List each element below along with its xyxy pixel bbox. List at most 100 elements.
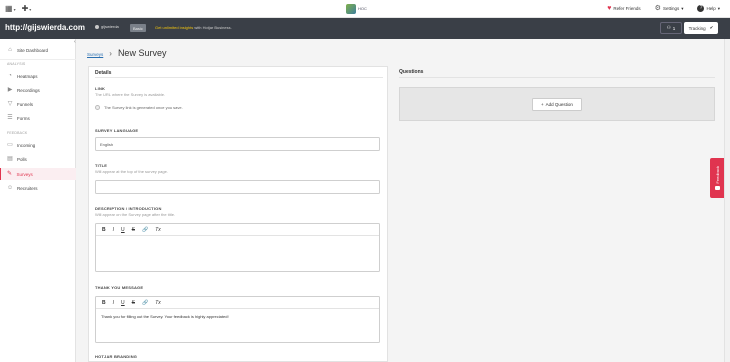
upgrade-message[interactable]: Get unlimited insights with Hotjar Busin… — [155, 25, 232, 30]
funnel-icon: ▽ — [7, 101, 13, 107]
radio-icon — [95, 105, 100, 110]
team-count: 1 — [672, 25, 676, 31]
sidebar-item-recruiters[interactable]: ☺ Recruiters — [0, 182, 76, 194]
thank-you-editor[interactable]: B I U S 🔗 Tx Thank you for filling out t… — [95, 296, 380, 343]
link-icon[interactable]: 🔗 — [142, 227, 148, 233]
clear-format-button[interactable]: Tx — [155, 227, 161, 233]
bold-button[interactable]: B — [102, 227, 106, 233]
scrollbar[interactable] — [724, 39, 730, 362]
tracking-button[interactable]: Tracking ✔ — [684, 22, 718, 34]
logo-text: HOC — [358, 6, 367, 11]
sidebar-item-label: Incoming — [17, 142, 36, 148]
branding-label: HOTJAR BRANDING — [95, 354, 138, 359]
sidebar-item-recordings[interactable]: ▶ Recordings — [0, 84, 76, 96]
refer-friends-label: Refer Friends — [613, 6, 641, 11]
breadcrumb: Surveys › New Survey — [87, 48, 166, 58]
questions-title: Questions — [399, 69, 424, 75]
settings-label: Settings — [662, 6, 680, 11]
chevron-down-icon: ▾ — [681, 5, 684, 11]
add-question-button[interactable]: + Add Question — [532, 98, 582, 111]
sidebar-item-label: Surveys — [16, 171, 33, 177]
add-question-label: Add Question — [545, 102, 573, 107]
sidebar-item-label: Heatmaps — [17, 73, 38, 79]
help-icon: ? — [697, 5, 705, 12]
logo-mark-icon — [346, 4, 356, 14]
sidebar-item-heatmaps[interactable]: ◔ Heatmaps — [0, 70, 76, 82]
plan-badge[interactable]: Basic — [130, 24, 146, 32]
sidebar: ⌂ Site Dashboard ANALYSIS ◔ Heatmaps ▶ R… — [0, 39, 76, 362]
top-bar: ▦▾ ✚▾ HOC ♥ Refer Friends ⚙ Settings ▾ ?… — [0, 0, 730, 18]
sidebar-item-label: Polls — [17, 156, 27, 162]
help-menu[interactable]: ? Help ▾ — [697, 5, 720, 12]
description-editor[interactable]: B I U S 🔗 Tx — [95, 223, 380, 272]
thank-you-label: THANK YOU MESSAGE — [95, 285, 144, 290]
questions-divider — [399, 77, 715, 78]
heart-icon: ♥ — [607, 5, 612, 12]
sidebar-section-analysis: ANALYSIS — [7, 62, 26, 66]
link-hint: The URL where the Survey is available. — [95, 92, 166, 97]
link-radio-label: The Survey link is generated once you sa… — [104, 105, 183, 110]
page-title: New Survey — [117, 48, 167, 58]
sidebar-item-dashboard[interactable]: ⌂ Site Dashboard — [0, 44, 76, 56]
site-status-icon — [95, 24, 99, 29]
feedback-tab[interactable]: Feedback — [710, 158, 724, 198]
sidebar-item-surveys[interactable]: ✎ Surveys — [0, 168, 76, 180]
strike-button[interactable]: S — [132, 300, 135, 306]
link-radio-option[interactable]: The Survey link is generated once you sa… — [95, 105, 183, 110]
breadcrumb-separator: › — [109, 49, 112, 58]
italic-button[interactable]: I — [113, 300, 114, 306]
site-url[interactable]: http://gijswierda.com — [5, 23, 85, 32]
details-divider — [95, 77, 383, 78]
hotjar-logo[interactable]: HOC — [346, 3, 384, 15]
inbox-icon: ▭ — [7, 142, 13, 148]
details-title: Details — [95, 70, 112, 76]
chevron-down-icon: ▾ — [717, 5, 720, 11]
sidebar-item-label: Site Dashboard — [17, 47, 49, 53]
collapse-sidebar-icon[interactable]: ‹ — [74, 39, 76, 45]
plus-icon[interactable]: ✚▾ — [22, 4, 32, 15]
language-select[interactable]: English — [95, 137, 380, 151]
underline-button[interactable]: U — [121, 227, 125, 233]
sidebar-item-label: Recruiters — [17, 185, 38, 191]
breadcrumb-surveys-link[interactable]: Surveys — [87, 52, 103, 57]
form-icon: ☰ — [7, 115, 13, 121]
strike-button[interactable]: S — [132, 227, 135, 233]
sidebar-item-forms[interactable]: ☰ Forms — [0, 112, 76, 124]
top-bar-left: ▦▾ ✚▾ — [5, 4, 31, 15]
dashboard-icon: ⌂ — [8, 47, 12, 53]
gear-icon: ⚙ — [654, 5, 661, 12]
upgrade-suffix: with Hotjar Business. — [193, 25, 232, 30]
refer-friends-link[interactable]: ♥ Refer Friends — [607, 5, 640, 12]
sidebar-divider — [0, 59, 76, 60]
sidebar-item-label: Funnels — [17, 101, 34, 107]
site-chip-label: gijswierda — [101, 24, 119, 29]
sidebar-item-polls[interactable]: ▤ Polls — [0, 153, 76, 165]
bold-button[interactable]: B — [102, 300, 106, 306]
title-input[interactable] — [95, 180, 380, 194]
heatmap-icon: ◔ — [8, 73, 12, 79]
survey-icon: ✎ — [6, 171, 13, 177]
description-toolbar: B I U S 🔗 Tx — [96, 224, 379, 236]
link-icon[interactable]: 🔗 — [142, 300, 148, 306]
underline-button[interactable]: U — [121, 300, 125, 306]
link-label: LINK — [95, 86, 106, 91]
tracking-label: Tracking — [688, 25, 706, 31]
sidebar-item-funnels[interactable]: ▽ Funnels — [0, 98, 76, 110]
clear-format-button[interactable]: Tx — [155, 300, 161, 306]
sidebar-item-incoming[interactable]: ▭ Incoming — [0, 139, 76, 151]
thank-you-toolbar: B I U S 🔗 Tx — [96, 297, 379, 309]
description-label: DESCRIPTION / INTRODUCTION — [95, 206, 162, 211]
upgrade-highlight: Get unlimited insights — [155, 25, 194, 30]
poll-icon: ▤ — [7, 156, 13, 162]
thank-you-text[interactable]: Thank you for filling out the Survey. Yo… — [96, 309, 379, 324]
italic-button[interactable]: I — [113, 227, 114, 233]
settings-menu[interactable]: ⚙ Settings ▾ — [655, 5, 684, 12]
site-selector[interactable]: gijswierda — [95, 24, 119, 29]
feedback-icon — [714, 186, 720, 191]
user-icon: ⚇ — [666, 25, 671, 30]
grid-icon[interactable]: ▦▾ — [5, 4, 16, 15]
team-button[interactable]: ⚇ 1 — [660, 22, 682, 34]
recording-icon: ▶ — [7, 87, 13, 93]
help-label: Help — [706, 6, 716, 11]
questions-dropzone: + Add Question — [399, 87, 715, 121]
